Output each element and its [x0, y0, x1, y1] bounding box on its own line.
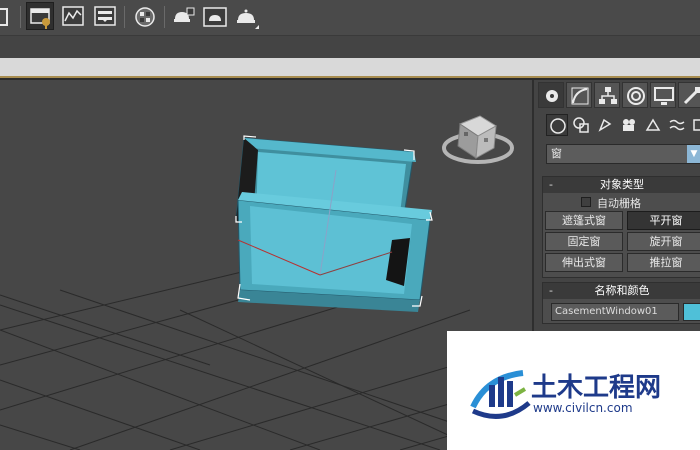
sliding-window-button[interactable]: 推拉窗: [627, 253, 700, 272]
autogrid-row: 自动栅格: [543, 193, 700, 211]
category-dropdown[interactable]: 窗 ▼: [546, 144, 700, 164]
autogrid-checkbox[interactable]: [581, 197, 591, 207]
toolbar-separator: [20, 6, 21, 28]
render-setup-icon[interactable]: [168, 2, 196, 30]
pivoted-window-button[interactable]: 旋开窗: [627, 232, 700, 251]
geometry-icon[interactable]: [546, 114, 568, 136]
curve-editor-icon[interactable]: [58, 2, 86, 30]
systems-icon[interactable]: [690, 114, 700, 136]
name-and-color-title: 名称和颜色: [594, 284, 650, 297]
awning-window-button[interactable]: 遮篷式窗: [545, 211, 623, 230]
scene-explorer-icon[interactable]: [26, 2, 54, 30]
projected-window-button[interactable]: 伸出式窗: [545, 253, 623, 272]
lights-icon[interactable]: [594, 114, 616, 136]
casement-window-button[interactable]: 平开窗: [627, 211, 700, 230]
autogrid-label: 自动栅格: [597, 197, 641, 210]
hierarchy-tab-icon[interactable]: [594, 82, 620, 108]
rollout-collapse-icon[interactable]: -: [549, 283, 553, 299]
toolbar-separator: [164, 6, 165, 28]
chevron-down-icon[interactable]: ▼: [687, 145, 700, 163]
space-warps-icon[interactable]: [666, 114, 688, 136]
name-and-color-rollout: - 名称和颜色 CasementWindow01: [542, 282, 700, 324]
object-type-title: 对象类型: [600, 178, 644, 191]
create-tab-icon[interactable]: [538, 82, 564, 108]
viewcube[interactable]: [442, 115, 514, 164]
render-production-icon[interactable]: [232, 2, 260, 30]
layer-explorer-icon[interactable]: [0, 2, 14, 30]
casement-window-object[interactable]: [235, 135, 433, 312]
utilities-tab-icon[interactable]: [678, 82, 700, 108]
object-type-rollout: - 对象类型 自动栅格 遮篷式窗 平开窗 固定窗 旋开窗 伸出式窗 推拉窗: [542, 176, 700, 278]
ribbon-bar: [0, 58, 700, 78]
cameras-icon[interactable]: [618, 114, 640, 136]
command-panel-tabs: [538, 82, 700, 108]
object-type-buttons: 遮篷式窗 平开窗 固定窗 旋开窗 伸出式窗 推拉窗: [543, 211, 700, 277]
schematic-view-icon[interactable]: [90, 2, 118, 30]
object-color-swatch[interactable]: [683, 303, 700, 321]
object-type-header[interactable]: - 对象类型: [543, 177, 700, 193]
motion-tab-icon[interactable]: [622, 82, 648, 108]
main-toolbar: [0, 0, 700, 36]
name-and-color-header[interactable]: - 名称和颜色: [543, 283, 700, 299]
watermark: 土木工程网 www.civilcn.com: [447, 331, 700, 450]
watermark-title: 土木工程网: [531, 373, 662, 403]
fixed-window-button[interactable]: 固定窗: [545, 232, 623, 251]
shapes-icon[interactable]: [570, 114, 592, 136]
create-subcategories: [546, 114, 700, 138]
watermark-url: www.civilcn.com: [533, 401, 633, 415]
name-row: CasementWindow01: [543, 299, 700, 323]
category-value: 窗: [551, 147, 562, 160]
toolbar-strip: [0, 36, 700, 58]
rendered-frame-icon[interactable]: [200, 2, 228, 30]
material-editor-icon[interactable]: [130, 2, 158, 30]
toolbar-separator: [124, 6, 125, 28]
modify-tab-icon[interactable]: [566, 82, 592, 108]
helpers-icon[interactable]: [642, 114, 664, 136]
display-tab-icon[interactable]: [650, 82, 676, 108]
object-name-field[interactable]: CasementWindow01: [551, 303, 679, 321]
rollout-collapse-icon[interactable]: -: [549, 177, 553, 193]
